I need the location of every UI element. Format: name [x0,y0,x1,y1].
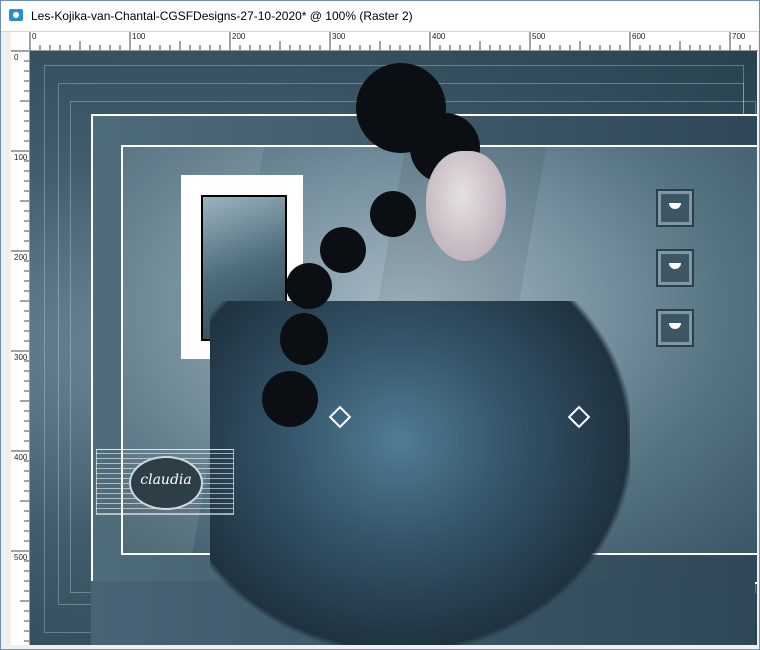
paint-shop-pro-icon [9,9,23,21]
ruler-h-label: 600 [632,32,646,41]
ruler-h-label: 700 [732,32,746,41]
hair-braid-segment [286,263,332,309]
ruler-h-label: 300 [332,32,346,41]
horizontal-ruler: 0 100 200 300 400 500 600 700 [29,32,758,51]
hair-braid-segment [280,313,328,365]
hair-tassel [262,371,318,427]
ruler-h-label: 500 [532,32,546,41]
ruler-h-label: 200 [232,32,246,41]
ruler-v-label: 0 [14,53,19,62]
ruler-v-label: 100 [14,153,28,162]
image-window: Les-Kojika-van-Chantal-CGSFDesigns-27-10… [0,0,760,650]
decorative-square [656,189,694,227]
hair-braid-segment [370,191,416,237]
figure-dress [210,301,630,645]
ruler-v-label: 200 [14,253,28,262]
hair-braid-segment [320,227,366,273]
ruler-v-label: 300 [14,353,28,362]
ruler-v-label: 400 [14,453,28,462]
vertical-ruler: 0 100 200 300 400 500 [11,50,30,645]
decorative-square [656,249,694,287]
window-title: Les-Kojika-van-Chantal-CGSFDesigns-27-10… [31,9,413,23]
image-canvas[interactable]: claudia [30,51,757,645]
ruler-h-label: 0 [32,32,37,41]
ruler-v-label: 500 [14,553,28,562]
figure-face [426,151,506,261]
title-bar[interactable]: Les-Kojika-van-Chantal-CGSFDesigns-27-10… [1,1,759,32]
watermark-text: claudia [140,472,192,488]
watermark-seal: claudia [129,456,203,510]
ruler-corner [11,32,30,51]
ruler-h-label: 100 [132,32,146,41]
decorative-square [656,309,694,347]
watermark: claudia [96,449,234,515]
ruler-h-label: 400 [432,32,446,41]
